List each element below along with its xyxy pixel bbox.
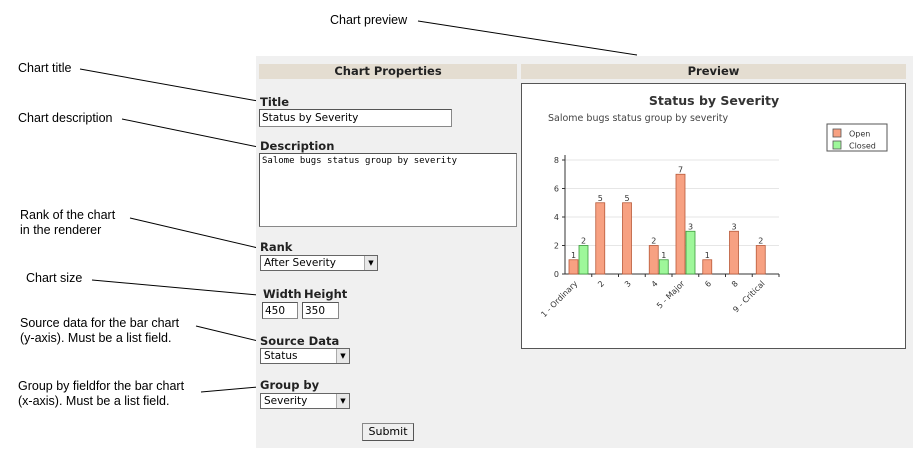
x-tick-label: 8 <box>730 279 740 289</box>
chevron-down-icon: ▼ <box>364 256 377 270</box>
leader-group-by <box>200 386 259 393</box>
annotation-groupby-line1: Group by fieldfor the bar chart <box>18 379 185 393</box>
x-tick-label: 6 <box>703 279 713 289</box>
y-tick-label: 2 <box>554 242 559 251</box>
width-label: Width <box>263 287 302 301</box>
leader-chart-size <box>91 279 259 296</box>
chart-subtitle: Salome bugs status group by severity <box>548 113 728 124</box>
annotation-chart-description: Chart description <box>18 111 113 125</box>
source-data-label: Source Data <box>260 334 340 348</box>
data-label: 2 <box>651 237 656 246</box>
height-input[interactable]: 350 <box>302 302 339 319</box>
y-tick-label: 0 <box>554 270 559 279</box>
data-label: 7 <box>678 165 683 174</box>
group-by-select[interactable]: Severity ▼ <box>260 393 350 409</box>
description-textarea[interactable]: Salome bugs status group by severity <box>259 153 517 227</box>
bar-closed <box>685 230 696 275</box>
chart-title: Status by Severity <box>649 93 779 108</box>
leader-chart-description <box>121 118 259 148</box>
source-data-select-value: Status <box>264 350 298 362</box>
data-label: 5 <box>624 194 629 203</box>
preview-header: Preview <box>521 64 906 79</box>
bar-open <box>648 245 659 275</box>
bar-closed <box>658 259 669 275</box>
x-tick-label: 1 - Ordinary <box>539 279 579 319</box>
data-label: 1 <box>571 251 576 260</box>
width-input[interactable]: 450 <box>262 302 298 319</box>
leader-rank <box>129 217 259 249</box>
chart-preview-box: Status by Severity Salome bugs status gr… <box>521 83 906 349</box>
annotation-source-line2: (y-axis). Must be a list field. <box>20 331 172 345</box>
group-by-select-value: Severity <box>264 395 308 407</box>
rank-select-value: After Severity <box>264 257 336 269</box>
chart-plot-area: 02468121 - Ordinary5253214735 - Major163… <box>539 155 780 319</box>
chevron-down-icon: ▼ <box>336 394 349 408</box>
bar-open <box>595 202 606 275</box>
data-label: 1 <box>705 251 710 260</box>
bar-open <box>729 230 739 275</box>
title-label: Title <box>260 95 290 109</box>
annotation-groupby-line2: (x-axis). Must be a list field. <box>18 394 170 408</box>
annotation-rank-line1: Rank of the chart <box>20 208 116 222</box>
annotation-source-line1: Source data for the bar chart <box>20 316 180 330</box>
height-label: Height <box>304 287 348 301</box>
y-tick-label: 6 <box>554 185 559 194</box>
y-tick-label: 4 <box>554 213 559 222</box>
legend-label-open: Open <box>849 130 870 139</box>
rank-label: Rank <box>260 240 293 254</box>
bar-closed <box>578 245 589 275</box>
annotation-chart-size: Chart size <box>26 271 83 285</box>
chevron-down-icon: ▼ <box>336 349 349 363</box>
bar-open <box>702 259 713 275</box>
y-tick-label: 8 <box>554 156 559 165</box>
bar-chart: Status by Severity Salome bugs status gr… <box>539 93 888 319</box>
legend-swatch-closed <box>832 140 842 150</box>
bar-open <box>622 202 632 275</box>
group-by-label: Group by <box>260 378 320 392</box>
data-label: 5 <box>598 194 603 203</box>
x-tick-label: 5 - Major <box>655 279 687 311</box>
bar-open <box>568 259 579 275</box>
annotation-chart-preview: Chart preview <box>330 13 408 27</box>
legend-swatch-open <box>832 128 842 138</box>
x-tick-label: 2 <box>596 279 606 289</box>
data-label: 3 <box>731 222 736 231</box>
data-label: 2 <box>581 237 586 246</box>
data-label: 2 <box>758 237 763 246</box>
x-tick-label: 4 <box>650 279 660 289</box>
chart-properties-header: Chart Properties <box>259 64 517 79</box>
legend-label-closed: Closed <box>849 142 876 151</box>
leader-chart-preview <box>417 20 638 56</box>
leader-chart-title <box>79 68 259 102</box>
bar-open <box>675 173 686 275</box>
data-label: 3 <box>688 222 693 231</box>
data-label: 1 <box>661 251 666 260</box>
submit-button[interactable]: Submit <box>362 423 414 441</box>
leader-source-data <box>195 325 259 342</box>
x-tick-label: 3 <box>623 279 633 289</box>
annotation-rank-line2: in the renderer <box>20 223 102 237</box>
chart-legend: Open Closed <box>826 123 888 152</box>
description-label: Description <box>260 139 335 153</box>
annotation-chart-title: Chart title <box>18 61 72 75</box>
bar-open <box>755 245 766 275</box>
title-input[interactable]: Status by Severity <box>259 109 452 127</box>
rank-select[interactable]: After Severity ▼ <box>260 255 378 271</box>
source-data-select[interactable]: Status ▼ <box>260 348 350 364</box>
